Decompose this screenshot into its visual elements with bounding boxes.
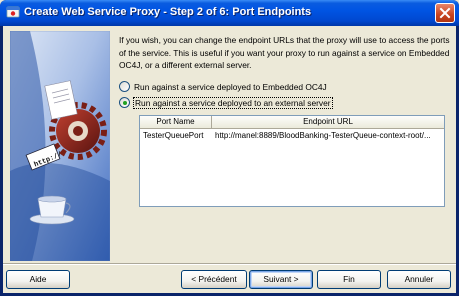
endpoints-table[interactable]: Port Name Endpoint URL TesterQueuePort h… (139, 115, 445, 207)
radio-button-embedded[interactable] (119, 81, 130, 92)
wizard-app-icon (6, 6, 20, 18)
close-button[interactable] (435, 3, 455, 23)
next-button[interactable]: Suivant > (249, 270, 313, 289)
radio-embedded-label[interactable]: Run against a service deployed to Embedd… (134, 82, 327, 92)
radio-embedded-oc4j[interactable]: Run against a service deployed to Embedd… (119, 80, 327, 93)
table-header: Port Name Endpoint URL (140, 116, 444, 129)
wizard-window: Create Web Service Proxy - Step 2 of 6: … (0, 0, 459, 296)
back-button[interactable]: < Précédent (181, 270, 247, 289)
wizard-illustration: http:// (10, 31, 110, 261)
intro-text: If you wish, you can change the endpoint… (119, 35, 450, 70)
cancel-button[interactable]: Annuler (387, 270, 451, 289)
footer-divider (3, 263, 456, 265)
table-row[interactable]: TesterQueuePort http://manel:8889/BloodB… (140, 129, 444, 143)
help-button[interactable]: Aide (6, 270, 70, 289)
finish-button[interactable]: Fin (317, 270, 381, 289)
column-header-endpoint-url[interactable]: Endpoint URL (212, 116, 444, 128)
radio-button-external[interactable] (119, 97, 130, 108)
column-header-port-name[interactable]: Port Name (140, 116, 212, 128)
cell-endpoint-url[interactable]: http://manel:8889/BloodBanking-TesterQue… (212, 129, 444, 143)
radio-external-server[interactable]: Run against a service deployed to an ext… (119, 96, 333, 109)
title-bar[interactable]: Create Web Service Proxy - Step 2 of 6: … (0, 0, 459, 26)
close-icon (439, 7, 451, 19)
window-title: Create Web Service Proxy - Step 2 of 6: … (24, 6, 312, 18)
dialog-body: http:// If you wish, you can change the … (3, 26, 456, 293)
radio-external-label[interactable]: Run against a service deployed to an ext… (133, 96, 333, 109)
button-bar: Aide < Précédent Suivant > Fin Annuler (3, 263, 456, 293)
cell-port-name[interactable]: TesterQueuePort (140, 129, 212, 143)
